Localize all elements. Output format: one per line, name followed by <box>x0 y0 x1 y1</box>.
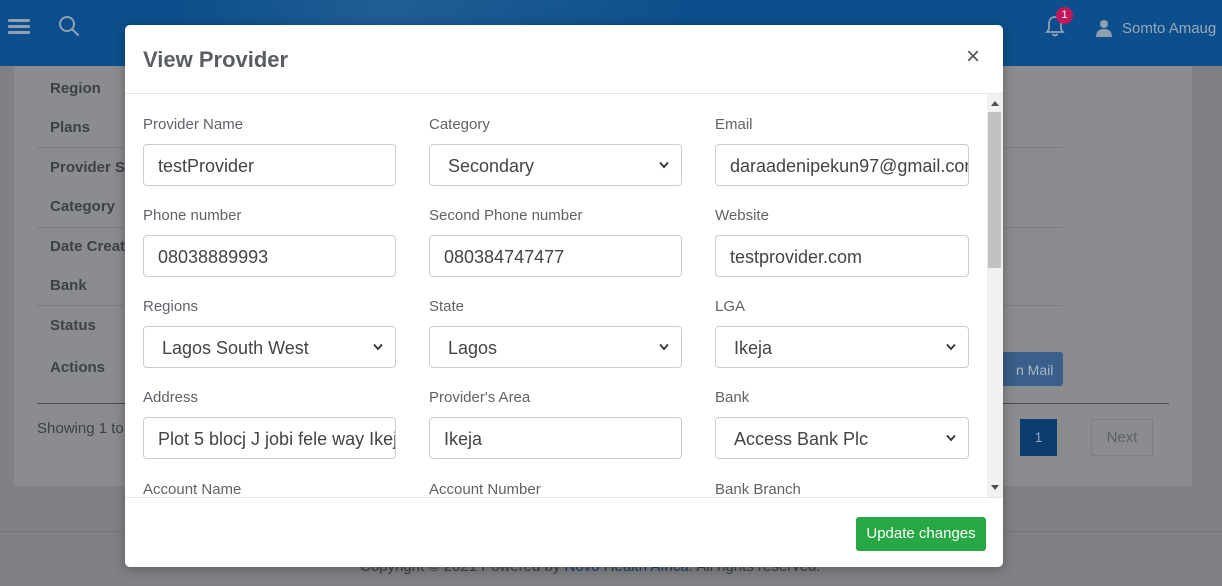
regions-value: Lagos South West <box>162 338 309 358</box>
chevron-down-icon <box>946 343 956 351</box>
modal-scrollbar-thumb[interactable] <box>988 112 1001 268</box>
detail-label-actions: Actions <box>50 359 106 376</box>
chevron-down-icon <box>373 343 383 351</box>
menu-icon[interactable] <box>8 16 30 36</box>
bank-value: Access Bank Plc <box>734 429 869 449</box>
lga-select[interactable]: Ikeja <box>715 326 969 368</box>
second-phone-label: Second Phone number <box>429 207 583 224</box>
update-changes-button[interactable]: Update changes <box>856 517 986 551</box>
showing-entries-text: Showing 1 to <box>37 420 124 437</box>
phone-label: Phone number <box>143 207 242 224</box>
modal-title: View Provider <box>143 47 289 72</box>
category-value: Secondary <box>448 156 535 176</box>
detail-label-status: Status <box>50 317 96 334</box>
detail-label-category: Category <box>50 198 116 215</box>
address-label: Address <box>143 389 199 406</box>
bank-branch-label: Bank Branch <box>715 481 801 497</box>
chevron-down-icon <box>946 434 956 442</box>
provider-area-input[interactable]: Ikeja <box>429 417 682 459</box>
provider-name-value: testProvider <box>158 156 255 176</box>
second-phone-value: 080384747477 <box>444 247 565 267</box>
pagination-page-1[interactable]: 1 <box>1020 419 1057 456</box>
close-icon[interactable]: × <box>966 45 980 69</box>
category-label: Category <box>429 116 490 133</box>
email-value: daraadenipekun97@gmail.com <box>730 156 969 176</box>
detail-label-region: Region <box>50 80 101 97</box>
detail-label-bank: Bank <box>50 277 87 294</box>
chevron-down-icon <box>659 161 669 169</box>
website-value: testprovider.com <box>730 247 863 267</box>
provider-area-value: Ikeja <box>444 429 483 449</box>
view-provider-modal: View Provider × Provider Name testProvid… <box>125 25 1003 567</box>
search-icon[interactable] <box>58 15 80 37</box>
email-label: Email <box>715 116 753 133</box>
pagination-next-button[interactable]: Next <box>1091 419 1153 456</box>
user-name[interactable]: Somto Amaug <box>1122 20 1216 37</box>
state-value: Lagos <box>448 338 498 358</box>
email-input[interactable]: daraadenipekun97@gmail.com <box>715 144 969 186</box>
bank-select[interactable]: Access Bank Plc <box>715 417 969 459</box>
website-label: Website <box>715 207 769 224</box>
detail-label-plans: Plans <box>50 119 91 136</box>
regions-select[interactable]: Lagos South West <box>143 326 396 368</box>
category-select[interactable]: Secondary <box>429 144 682 186</box>
lga-label: LGA <box>715 298 746 315</box>
modal-footer: Update changes <box>125 497 1003 567</box>
account-number-label: Account Number <box>429 481 541 497</box>
detail-label-date-created: Date Creat <box>50 238 126 255</box>
second-phone-input[interactable]: 080384747477 <box>429 235 682 277</box>
user-icon <box>1096 20 1112 37</box>
phone-value: 08038889993 <box>158 247 269 267</box>
provider-name-label: Provider Name <box>143 116 244 133</box>
chevron-down-icon <box>659 343 669 351</box>
scroll-up-arrow-icon[interactable] <box>991 101 999 106</box>
address-input[interactable]: Plot 5 blocj J jobi fele way Ikeja <box>143 417 396 459</box>
address-value: Plot 5 blocj J jobi fele way Ikeja <box>158 429 396 449</box>
state-label: State <box>429 298 465 315</box>
state-select[interactable]: Lagos <box>429 326 682 368</box>
phone-input[interactable]: 08038889993 <box>143 235 396 277</box>
provider-name-input[interactable]: testProvider <box>143 144 396 186</box>
scroll-down-arrow-icon[interactable] <box>991 485 999 490</box>
regions-label: Regions <box>143 298 199 315</box>
bank-label: Bank <box>715 389 750 406</box>
modal-header: View Provider × <box>125 25 1003 94</box>
detail-label-provider-status: Provider S <box>50 159 126 176</box>
account-name-label: Account Name <box>143 481 242 497</box>
website-input[interactable]: testprovider.com <box>715 235 969 277</box>
provider-area-label: Provider's Area <box>429 389 531 406</box>
modal-body: Provider Name testProvider Category Seco… <box>125 94 1003 497</box>
lga-value: Ikeja <box>734 338 773 358</box>
notification-badge: 1 <box>1056 7 1073 24</box>
